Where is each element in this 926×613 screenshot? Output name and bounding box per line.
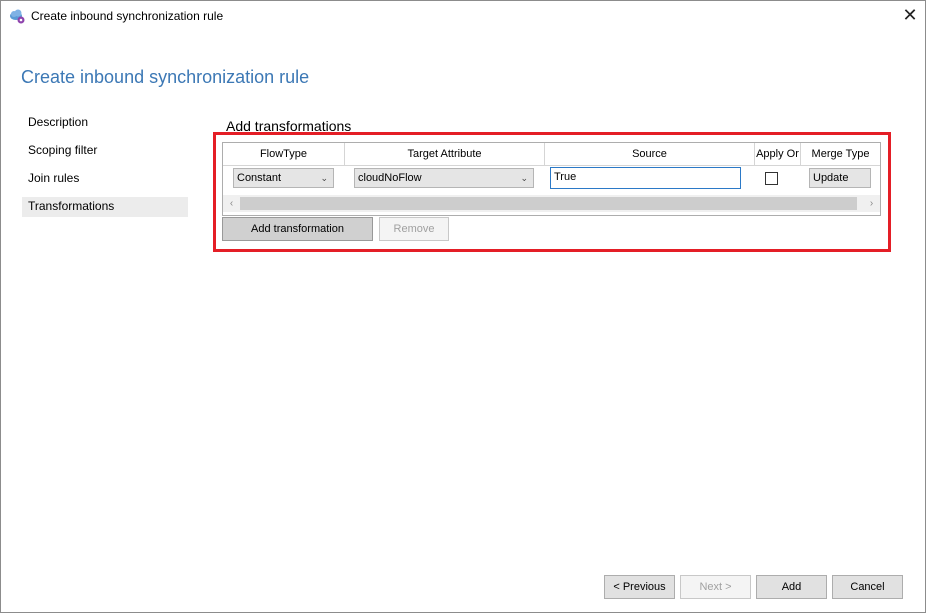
add-transformation-button[interactable]: Add transformation	[222, 217, 373, 241]
table-row: Constant ⌄	[233, 168, 334, 188]
nav-item-description[interactable]: Description	[22, 113, 188, 133]
next-button[interactable]: Next >	[680, 575, 751, 599]
close-icon[interactable]: ✕	[895, 1, 925, 31]
cancel-button[interactable]: Cancel	[832, 575, 903, 599]
chevron-down-icon: ⌄	[320, 173, 328, 183]
flowtype-value: Constant	[237, 172, 282, 184]
merge-type-dropdown[interactable]: Update	[809, 168, 871, 188]
merge-type-cell: Update	[809, 168, 871, 188]
column-header-apply-once[interactable]: Apply Or	[755, 143, 801, 165]
target-attribute-value: cloudNoFlow	[358, 172, 422, 184]
window-title: Create inbound synchronization rule	[31, 9, 224, 23]
nav-item-join-rules[interactable]: Join rules	[22, 169, 188, 189]
remove-button[interactable]: Remove	[379, 217, 449, 241]
sync-cloud-icon	[9, 8, 25, 24]
merge-type-value: Update	[813, 172, 849, 184]
scrollbar-thumb[interactable]	[240, 197, 857, 210]
wizard-nav: Description Scoping filter Join rules Tr…	[22, 113, 188, 225]
column-header-source[interactable]: Source	[545, 143, 755, 165]
nav-item-scoping-filter[interactable]: Scoping filter	[22, 141, 188, 161]
column-header-flowtype[interactable]: FlowType	[223, 143, 345, 165]
column-header-merge-type[interactable]: Merge Type	[801, 143, 880, 165]
column-header-target-attribute[interactable]: Target Attribute	[345, 143, 545, 165]
scroll-right-icon[interactable]: ›	[863, 195, 880, 212]
flowtype-dropdown[interactable]: Constant ⌄	[233, 168, 334, 188]
apply-once-cell	[765, 172, 778, 185]
previous-button[interactable]: < Previous	[604, 575, 675, 599]
page-title: Create inbound synchronization rule	[21, 67, 310, 87]
dialog-window: Create inbound synchronization rule ✕ Cr…	[0, 0, 926, 613]
apply-once-checkbox[interactable]	[765, 172, 778, 185]
horizontal-scrollbar[interactable]: ‹ ›	[223, 195, 880, 212]
source-input[interactable]: True	[550, 167, 741, 189]
target-attribute-cell: cloudNoFlow ⌄	[354, 168, 534, 188]
grid-header: FlowType Target Attribute Source Apply O…	[223, 143, 880, 166]
source-cell: True	[550, 167, 741, 189]
add-button[interactable]: Add	[756, 575, 827, 599]
chevron-down-icon: ⌄	[520, 173, 528, 183]
nav-item-transformations[interactable]: Transformations	[22, 197, 188, 217]
title-bar: Create inbound synchronization rule ✕	[1, 1, 925, 32]
target-attribute-dropdown[interactable]: cloudNoFlow ⌄	[354, 168, 534, 188]
scroll-left-icon[interactable]: ‹	[223, 195, 240, 212]
transformations-grid: FlowType Target Attribute Source Apply O…	[222, 142, 881, 216]
